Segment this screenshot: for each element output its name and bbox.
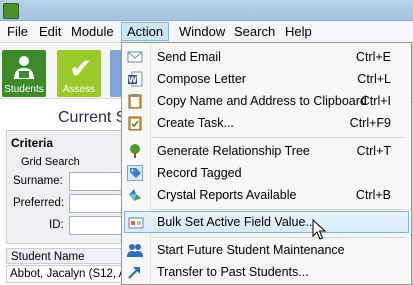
- users-icon: [127, 244, 143, 257]
- menu-item-bulk-set[interactable]: Bulk Set Active Field Value...: [124, 211, 409, 233]
- menu-item-compose-letter[interactable]: W Compose Letter Ctrl+L: [124, 68, 409, 90]
- student-icon: [14, 56, 34, 79]
- table-row[interactable]: Abbot, Jacalyn (S12, A: [6, 265, 132, 283]
- menu-item-shortcut: Ctrl+L: [357, 72, 391, 86]
- menu-item-label: Start Future Student Maintenance: [157, 243, 345, 257]
- word-document-icon: W: [128, 71, 143, 87]
- menu-item-label: Bulk Set Active Field Value...: [157, 215, 316, 229]
- bulk-edit-icon: [128, 217, 144, 229]
- check-icon: ✔: [69, 53, 93, 84]
- assess-label: Assess: [62, 84, 96, 95]
- menu-item-shortcut: Ctrl+E: [355, 50, 391, 64]
- task-clipboard-icon: [128, 116, 142, 131]
- menu-item-crystal-reports[interactable]: Crystal Reports Available Ctrl+B: [124, 184, 409, 206]
- window-titlebar: [0, 0, 413, 21]
- students-label: Students: [4, 84, 44, 95]
- menu-separator: [153, 237, 405, 238]
- menu-item-label: Create Task...: [157, 116, 234, 130]
- tag-icon: [127, 165, 143, 181]
- arrow-up-right-icon: [128, 267, 140, 279]
- menu-help[interactable]: Help: [280, 23, 317, 40]
- menu-item-transfer-past[interactable]: Transfer to Past Students...: [124, 261, 409, 283]
- crystal-reports-icon: [129, 189, 141, 201]
- menu-action[interactable]: Action: [121, 22, 170, 41]
- menu-item-future-maintenance[interactable]: Start Future Student Maintenance: [124, 239, 409, 261]
- menu-item-label: Send Email: [157, 50, 221, 64]
- assess-module-button[interactable]: ✔ Assess: [57, 50, 101, 97]
- envelope-icon: [127, 51, 143, 63]
- menu-item-label: Compose Letter: [157, 72, 246, 86]
- menu-item-label: Transfer to Past Students...: [157, 265, 309, 279]
- menu-item-shortcut: Ctrl+I: [360, 94, 391, 108]
- menu-item-label: Generate Relationship Tree: [157, 144, 310, 158]
- menu-bar: File Edit Module Action Window Search He…: [0, 21, 413, 43]
- menu-item-send-email[interactable]: Send Email Ctrl+E: [124, 46, 409, 68]
- criteria-label: Criteria: [11, 136, 54, 150]
- tree-icon: [130, 144, 140, 158]
- menu-item-shortcut: Ctrl+B: [355, 188, 391, 202]
- grid-search-label: Grid Search: [21, 156, 80, 168]
- preferred-label: Preferred:: [13, 197, 65, 209]
- menu-separator: [153, 137, 405, 138]
- menu-edit[interactable]: Edit: [34, 23, 66, 40]
- menu-separator: [153, 209, 405, 210]
- svg-text:W: W: [128, 76, 137, 85]
- id-label: ID:: [49, 219, 64, 231]
- menu-item-create-task[interactable]: Create Task... Ctrl+F9: [124, 112, 409, 134]
- menu-file[interactable]: File: [2, 23, 33, 40]
- page-title: Current St: [58, 109, 131, 126]
- app-icon: [3, 3, 19, 19]
- menu-item-label: Crystal Reports Available: [157, 188, 297, 202]
- menu-item-label: Record Tagged: [157, 166, 242, 180]
- menu-window[interactable]: Window: [174, 23, 230, 40]
- menu-item-relationship-tree[interactable]: Generate Relationship Tree Ctrl+T: [124, 140, 409, 162]
- menu-item-record-tagged[interactable]: Record Tagged: [124, 162, 409, 184]
- clipboard-icon: [128, 94, 142, 109]
- menu-module[interactable]: Module: [66, 23, 119, 40]
- menu-item-label: Copy Name and Address to Clipboard: [157, 94, 367, 108]
- menu-item-shortcut: Ctrl+F9: [349, 116, 391, 130]
- students-module-button[interactable]: Students: [2, 50, 46, 97]
- criteria-box: Criteria Grid Search Surname: Preferred:…: [6, 130, 135, 244]
- student-name-column-header[interactable]: Student Name: [6, 248, 132, 264]
- menu-item-copy-address[interactable]: Copy Name and Address to Clipboard Ctrl+…: [124, 90, 409, 112]
- action-menu-dropdown: Send Email Ctrl+E W Compose Letter Ctrl+…: [121, 42, 412, 285]
- surname-label: Surname:: [13, 175, 63, 187]
- menu-item-shortcut: Ctrl+T: [356, 144, 391, 158]
- mouse-cursor-icon: [312, 219, 326, 240]
- menu-search[interactable]: Search: [229, 23, 280, 40]
